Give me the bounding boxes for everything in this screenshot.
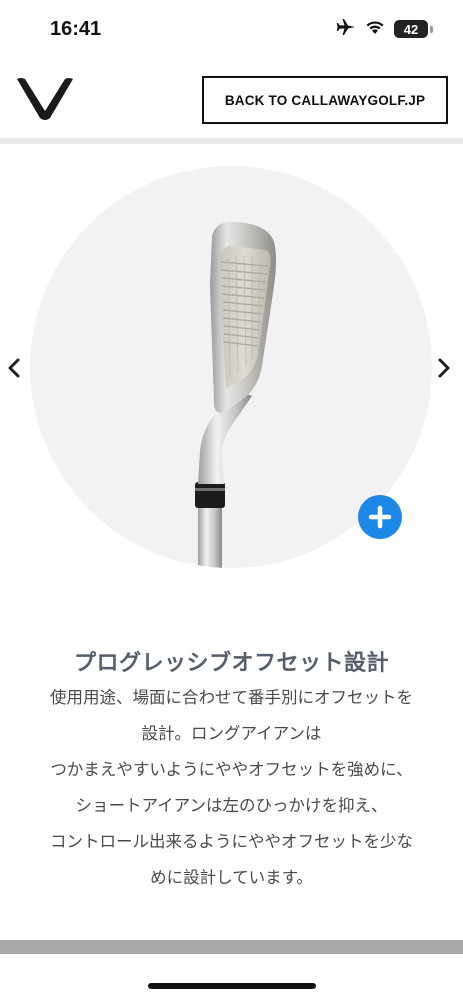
plus-icon <box>368 505 392 529</box>
battery-icon: 42 <box>394 20 428 38</box>
carousel-next-button[interactable] <box>432 354 456 382</box>
feature-line: めに設計しています。 <box>150 868 313 887</box>
product-carousel <box>0 144 463 614</box>
feature-line: 設計。ロングアイアンは <box>141 724 322 743</box>
feature-line: ショートアイアンは左のひっかけを抑え、 <box>75 796 388 815</box>
chevron-left-icon <box>8 358 20 378</box>
battery-tip <box>430 25 433 33</box>
section-divider <box>0 940 463 954</box>
back-to-site-button[interactable]: BACK TO CALLAWAYGOLF.JP <box>202 76 448 124</box>
status-bar: 16:41 42 <box>0 0 463 60</box>
chevron-right-icon <box>438 358 450 378</box>
carousel-prev-button[interactable] <box>2 354 26 382</box>
home-indicator[interactable] <box>148 983 316 989</box>
feature-title: プログレッシブオフセット設計 <box>73 651 389 676</box>
status-time: 16:41 <box>50 18 102 40</box>
zoom-button[interactable] <box>358 495 402 539</box>
feature-line: つかまえやすいようにややオフセットを強めに、 <box>50 760 413 779</box>
site-header: BACK TO CALLAWAYGOLF.JP <box>0 60 463 140</box>
feature-line: 使用用途、場面に合わせて番手別にオフセットを <box>50 688 413 707</box>
wifi-icon <box>365 19 385 39</box>
feature-description: 使用用途、場面に合わせて番手別にオフセットを 設計。ロングアイアンは つかまえや… <box>14 680 449 896</box>
airplane-icon <box>336 18 356 40</box>
callaway-chevron-logo[interactable] <box>16 74 74 122</box>
feature-line: コントロール出来るようにややオフセットを少な <box>50 832 413 851</box>
battery-level: 42 <box>403 21 419 37</box>
status-icons: 42 <box>336 18 433 40</box>
